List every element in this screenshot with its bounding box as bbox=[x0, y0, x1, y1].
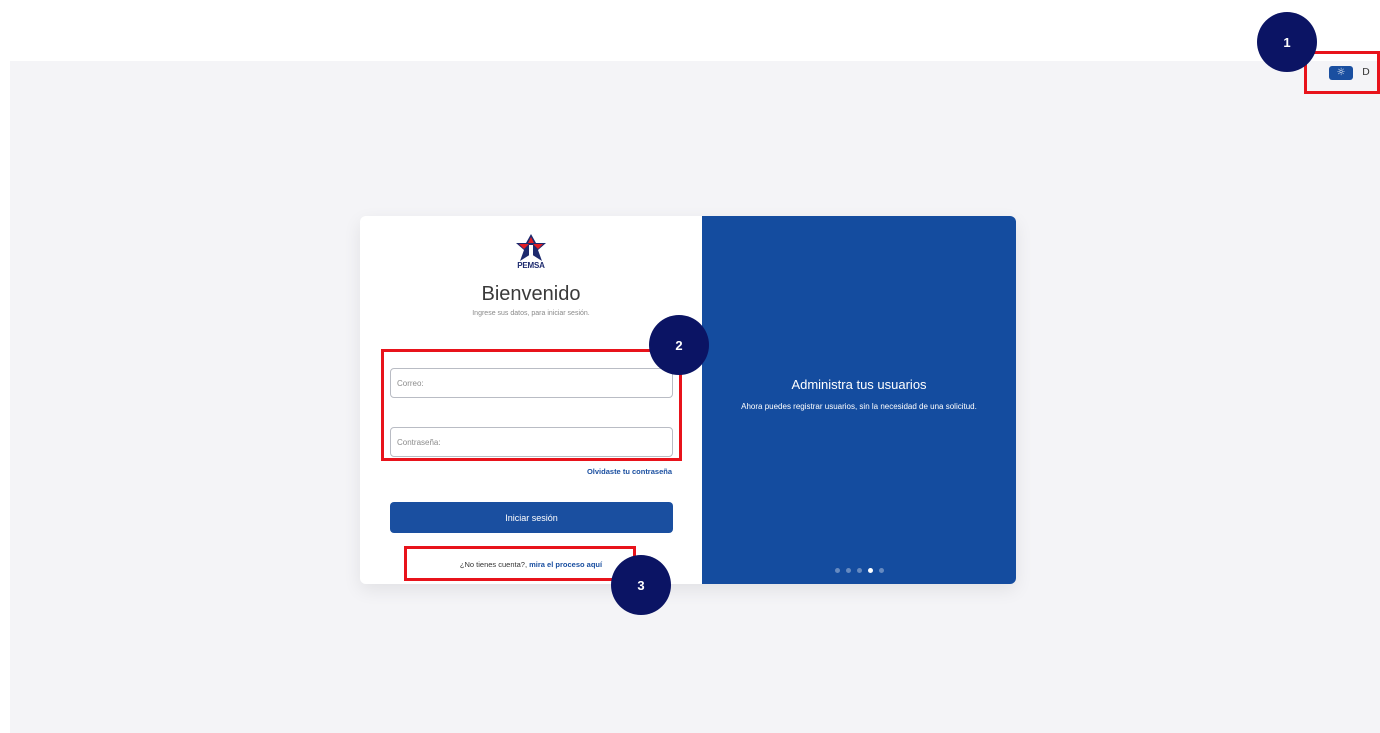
annotation-box-1 bbox=[1304, 51, 1380, 94]
forgot-password-link[interactable]: Olvidaste tu contraseña bbox=[587, 467, 672, 476]
carousel-dot[interactable] bbox=[878, 568, 884, 573]
logo-text: PEMSA bbox=[517, 261, 545, 270]
carousel-panel: Administra tus usuarios Ahora puedes reg… bbox=[702, 216, 1016, 584]
carousel-dot[interactable] bbox=[856, 568, 862, 573]
pemsa-logo: PEMSA bbox=[509, 233, 553, 271]
carousel-text: Ahora puedes registrar usuarios, sin la … bbox=[741, 402, 977, 411]
annotation-marker-3: 3 bbox=[611, 555, 671, 615]
page-subtitle: Ingrese sus datos, para iniciar sesión. bbox=[472, 310, 590, 317]
carousel-dots bbox=[702, 568, 1016, 573]
login-button[interactable]: Iniciar sesión bbox=[390, 502, 673, 533]
annotation-marker-2: 2 bbox=[649, 315, 709, 375]
carousel-title: Administra tus usuarios bbox=[791, 377, 927, 392]
annotation-box-2 bbox=[381, 349, 682, 461]
page-title: Bienvenido bbox=[481, 283, 581, 305]
annotation-marker-1: 1 bbox=[1257, 12, 1317, 72]
carousel-dot[interactable] bbox=[845, 568, 851, 573]
logo-star-icon bbox=[516, 234, 546, 261]
carousel-dot[interactable] bbox=[834, 568, 840, 573]
carousel-dot-active[interactable] bbox=[867, 568, 873, 573]
annotation-box-3 bbox=[404, 546, 636, 581]
